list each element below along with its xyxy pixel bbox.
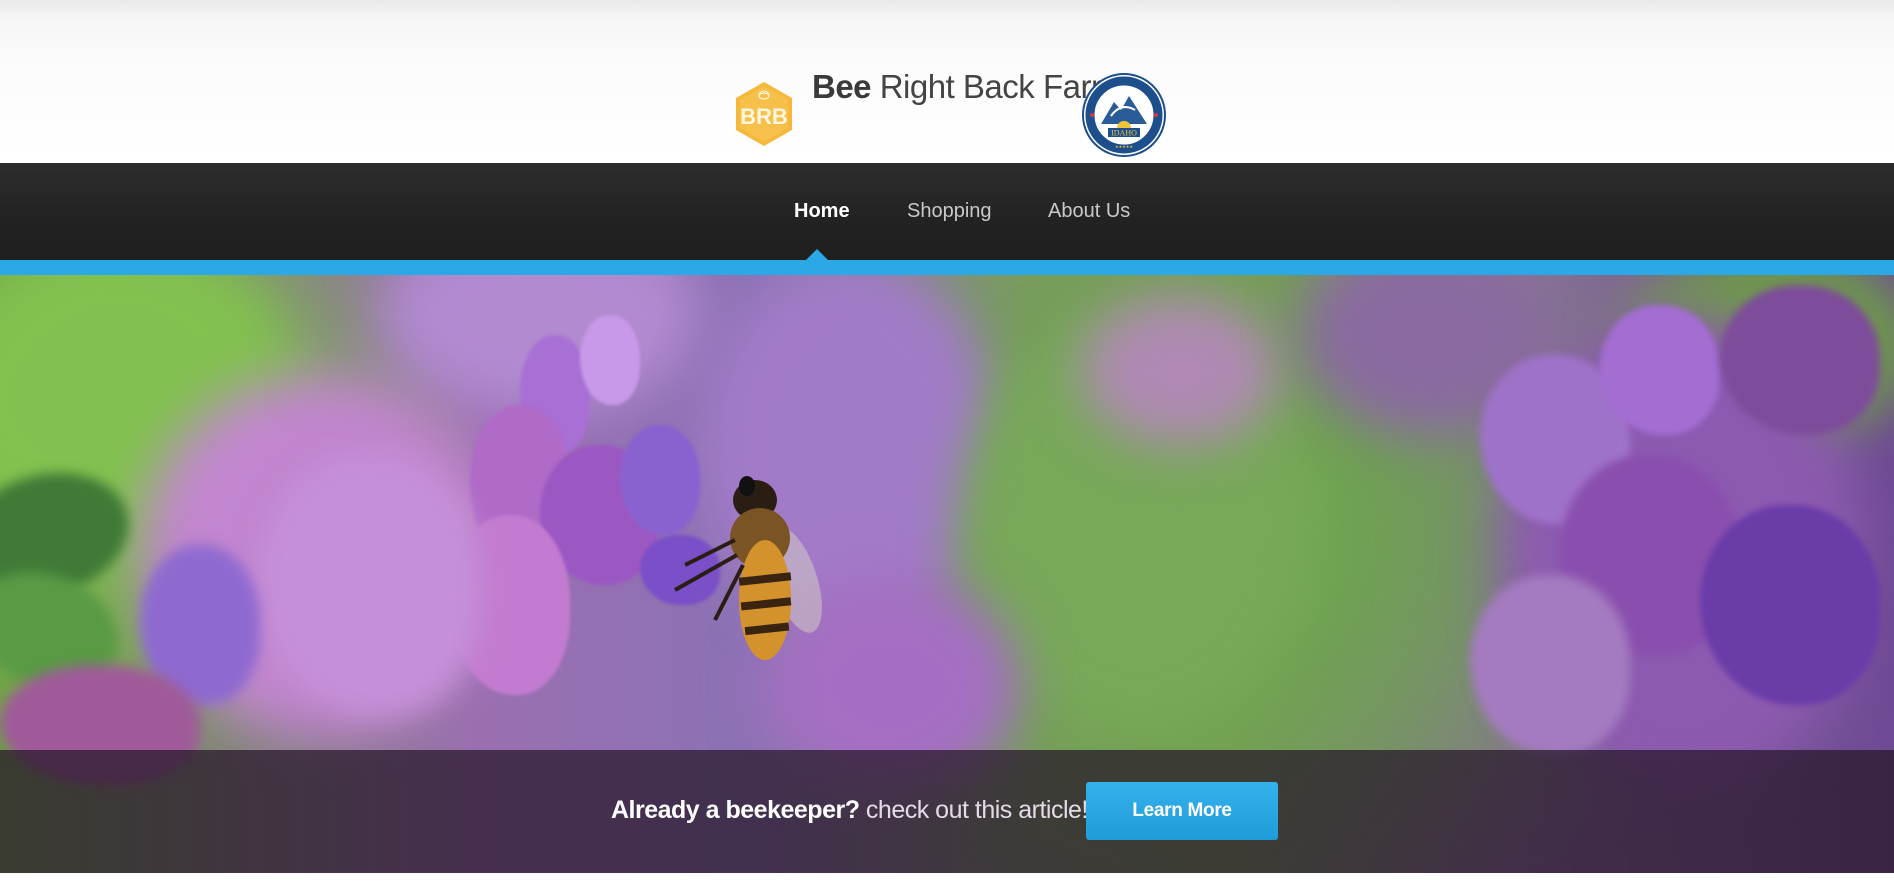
main-nav: Home Shopping About Us: [0, 163, 1894, 260]
site-header: BRB Bee Right Back Farms IDAHO ★★★★★: [0, 0, 1894, 163]
cta-light-text: check out this article!: [859, 796, 1088, 824]
learn-more-button[interactable]: Learn More: [1086, 782, 1278, 840]
site-title-bold: Bee: [812, 68, 872, 105]
nav-item-shopping[interactable]: Shopping: [907, 163, 992, 260]
active-nav-pointer-icon: [806, 249, 828, 260]
cta-text: Already a beekeeper? check out this arti…: [611, 775, 1088, 845]
accent-bar: [0, 260, 1894, 275]
bee-icon: [674, 476, 822, 660]
hero-banner: Already a beekeeper? check out this arti…: [0, 275, 1894, 873]
svg-text:★★★★★: ★★★★★: [1115, 144, 1133, 149]
page-bottom-strip: [0, 873, 1894, 885]
logo-text: BRB: [740, 104, 788, 129]
svg-text:IDAHO: IDAHO: [1111, 129, 1137, 138]
homegrown-by-heroes-seal-icon: IDAHO ★★★★★: [1082, 73, 1166, 157]
bee-logo-icon[interactable]: BRB: [733, 80, 795, 148]
nav-item-about-us[interactable]: About Us: [1048, 163, 1130, 260]
cta-bold-text: Already a beekeeper?: [611, 796, 860, 824]
nav-item-home[interactable]: Home: [794, 163, 850, 260]
